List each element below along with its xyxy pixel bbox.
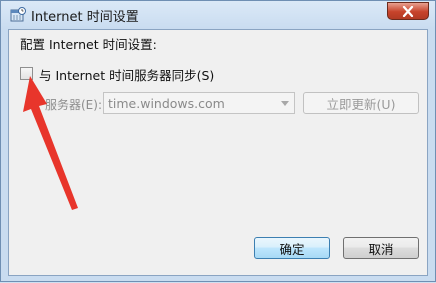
sync-checkbox[interactable] bbox=[20, 67, 33, 80]
title-bar[interactable]: Internet 时间设置 bbox=[1, 1, 435, 29]
window-title: Internet 时间设置 bbox=[31, 10, 139, 25]
server-combobox[interactable]: time.windows.com bbox=[103, 92, 295, 114]
internet-time-settings-window: Internet 时间设置 配置 Internet 时间设置: 与 Intern… bbox=[0, 0, 436, 282]
cancel-button[interactable]: 取消 bbox=[343, 237, 419, 259]
server-label: 服务器(E): bbox=[45, 98, 102, 112]
chevron-down-icon[interactable] bbox=[276, 93, 294, 113]
dialog-body: 配置 Internet 时间设置: 与 Internet 时间服务器同步(S) … bbox=[8, 29, 428, 276]
dialog-heading: 配置 Internet 时间设置: bbox=[20, 37, 157, 52]
close-icon bbox=[402, 5, 414, 17]
sync-checkbox-label[interactable]: 与 Internet 时间服务器同步(S) bbox=[39, 65, 214, 84]
ok-button[interactable]: 确定 bbox=[254, 237, 330, 259]
server-value: time.windows.com bbox=[108, 96, 225, 111]
close-button[interactable] bbox=[387, 2, 429, 20]
update-now-button[interactable]: 立即更新(U) bbox=[303, 92, 419, 114]
clock-settings-icon bbox=[10, 7, 26, 23]
